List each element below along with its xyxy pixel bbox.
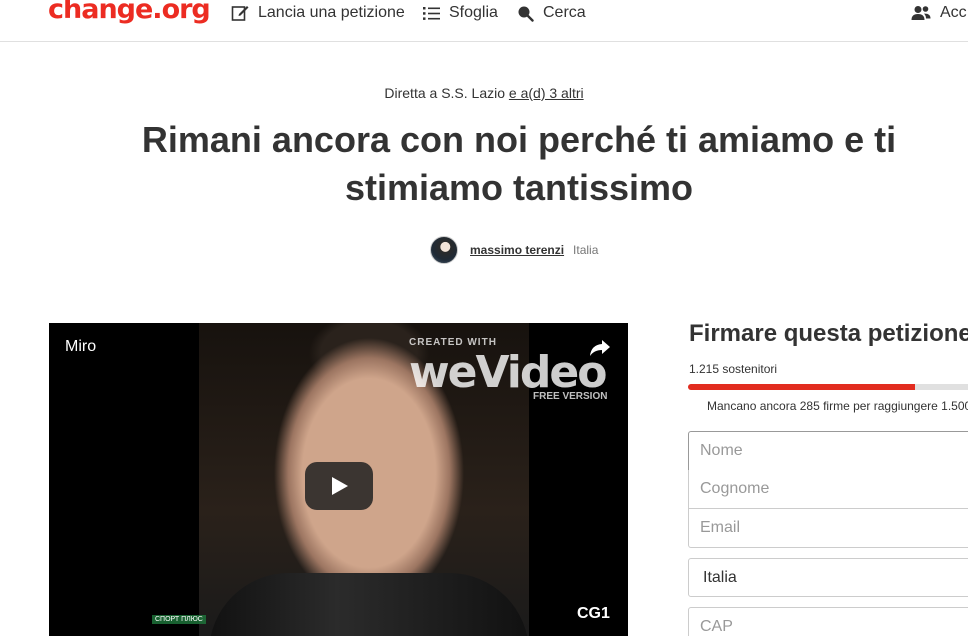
author-name-link[interactable]: massimo terenzi bbox=[470, 243, 564, 257]
video-title: Miro bbox=[65, 338, 97, 355]
author-country: Italia bbox=[573, 243, 599, 257]
nav-start-petition[interactable]: Lancia una petizione bbox=[231, 3, 405, 23]
sign-petition-title: Firmare questa petizione bbox=[689, 320, 968, 347]
nav-browse[interactable]: Sfoglia bbox=[423, 3, 498, 23]
video-thumbnail-shirt bbox=[209, 573, 529, 636]
tv-channel-badge: СПОРТ ПЛЮС bbox=[152, 615, 206, 624]
signature-progress-bar bbox=[688, 384, 968, 390]
watermark-free-version: FREE VERSION bbox=[533, 391, 608, 402]
email-field[interactable] bbox=[688, 509, 968, 548]
channel-tag: CG1 bbox=[577, 605, 610, 622]
nav-account[interactable]: Acc bbox=[911, 3, 967, 23]
last-name-field[interactable] bbox=[688, 470, 968, 509]
first-name-field[interactable] bbox=[688, 431, 968, 471]
play-icon bbox=[332, 477, 348, 495]
petition-target-label: Diretta a S.S. Lazio bbox=[384, 85, 506, 101]
petition-video[interactable]: Miro CREATED WITH weVideo FREE VERSION С… bbox=[49, 323, 628, 636]
supporters-count: 1.215 sostenitori bbox=[689, 362, 778, 376]
petition-author: massimo terenzi Italia bbox=[430, 236, 598, 264]
zip-code-field[interactable] bbox=[688, 607, 968, 636]
nav-search-label: Cerca bbox=[543, 4, 586, 21]
nav-account-label: Acc bbox=[940, 4, 967, 21]
change-org-logo[interactable]: change.org bbox=[48, 0, 211, 25]
nav-browse-label: Sfoglia bbox=[449, 4, 498, 21]
petition-target-more-link[interactable]: e a(d) 3 altri bbox=[509, 85, 584, 101]
country-select-value: Italia bbox=[703, 568, 737, 586]
signature-progress-fill bbox=[688, 384, 915, 390]
nav-search[interactable]: Cerca bbox=[517, 3, 586, 23]
petition-target: Diretta a S.S. Lazio e a(d) 3 altri bbox=[0, 85, 968, 101]
petition-title: Rimani ancora con noi perché ti amiamo e… bbox=[141, 119, 897, 208]
country-select[interactable]: Italia bbox=[688, 558, 968, 597]
list-icon bbox=[423, 6, 440, 20]
play-button[interactable] bbox=[305, 462, 373, 510]
users-icon bbox=[911, 6, 931, 20]
nav-start-petition-label: Lancia una petizione bbox=[258, 4, 405, 21]
share-icon[interactable] bbox=[589, 339, 611, 357]
author-avatar[interactable] bbox=[430, 236, 458, 264]
edit-icon bbox=[231, 6, 249, 21]
signature-goal-text: Mancano ancora 285 firme per raggiungere… bbox=[707, 399, 968, 413]
search-icon bbox=[518, 6, 534, 22]
top-navigation: change.org Lancia una petizione Sfoglia … bbox=[0, 0, 968, 42]
